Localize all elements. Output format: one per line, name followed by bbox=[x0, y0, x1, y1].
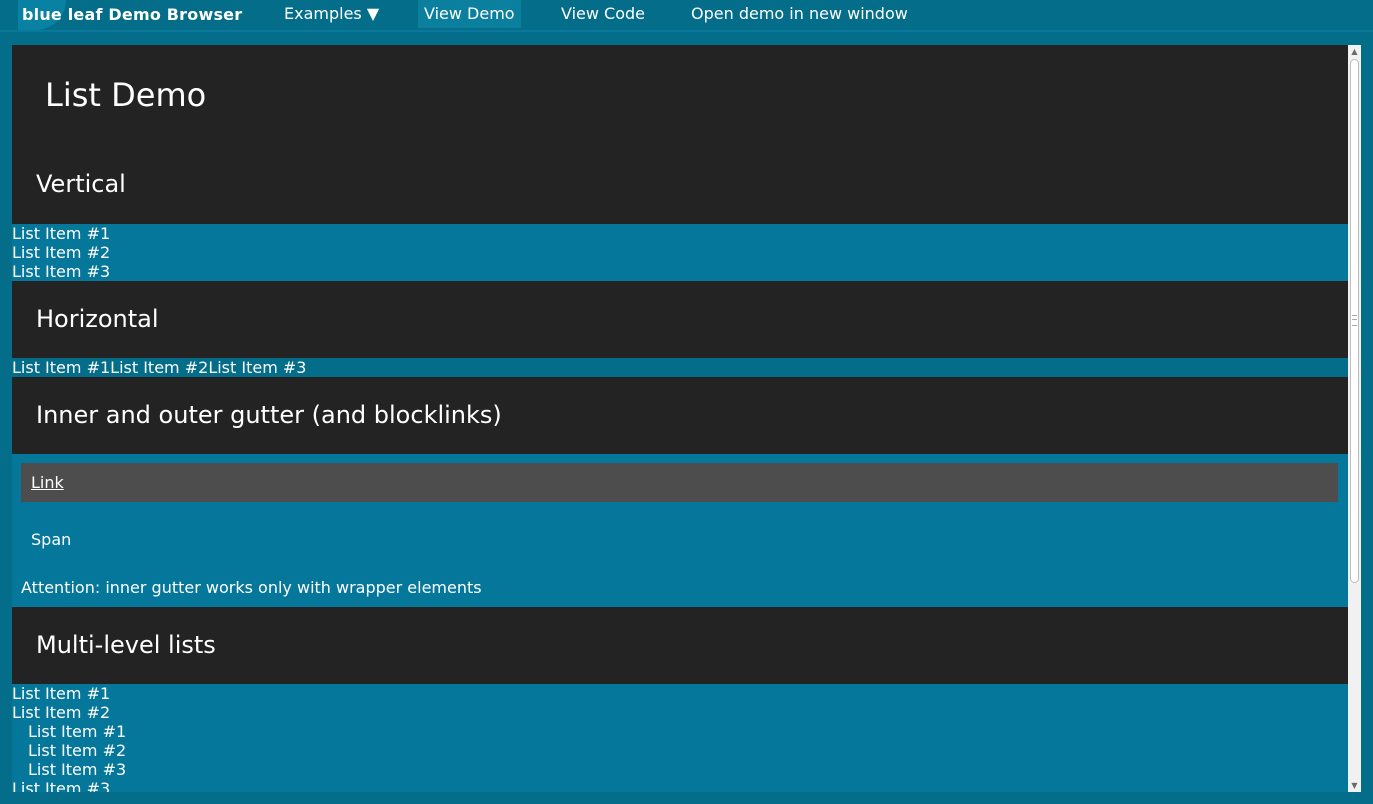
list-item: List Item #3 bbox=[12, 262, 111, 281]
list-item: List Item #1 bbox=[12, 358, 111, 377]
scroll-up-icon[interactable]: ▲ bbox=[1350, 47, 1359, 56]
section-heading-horizontal: Horizontal bbox=[12, 281, 1348, 358]
scroll-down-icon[interactable]: ▼ bbox=[1350, 781, 1359, 790]
vertical-scrollbar[interactable]: ▲ ▼ bbox=[1348, 45, 1361, 792]
examples-menu[interactable]: Examples ▼ bbox=[278, 0, 385, 28]
list-item: List Item #1 bbox=[12, 684, 111, 703]
list-item: List Item #1 bbox=[12, 224, 111, 243]
sub-list-item: List Item #3 bbox=[28, 760, 127, 779]
list-item: List Item #2 bbox=[12, 703, 111, 722]
heading-text: Multi-level lists bbox=[36, 631, 216, 659]
gutter-list: Link Span Attention: inner gutter works … bbox=[12, 454, 1348, 607]
heading-text: Vertical bbox=[36, 170, 126, 198]
span-item: Span bbox=[31, 530, 72, 549]
horizontal-list: List Item #1List Item #2List Item #3 bbox=[12, 358, 1348, 377]
blocklink-item[interactable]: Link bbox=[21, 463, 1338, 502]
page-title: List Demo bbox=[45, 76, 207, 114]
heading-text: Inner and outer gutter (and blocklinks) bbox=[36, 401, 502, 429]
list-item: List Item #3 bbox=[12, 779, 111, 792]
sub-list-item: List Item #2 bbox=[28, 741, 127, 760]
section-heading-vertical: Vertical bbox=[12, 120, 1348, 224]
brand-title: blue leaf Demo Browser bbox=[22, 5, 243, 24]
multilevel-list: List Item #1 List Item #2 List Item #1 L… bbox=[12, 684, 1348, 792]
section-heading-multilevel: Multi-level lists bbox=[12, 607, 1348, 684]
top-navigation-bar: blue leaf Demo Browser Examples ▼ View D… bbox=[0, 0, 1373, 32]
vertical-list: List Item #1 List Item #2 List Item #3 bbox=[12, 224, 1348, 281]
demo-frame: List Demo Vertical List Item #1 List Ite… bbox=[12, 45, 1361, 792]
list-item: List Item #3 bbox=[208, 358, 307, 377]
block-link[interactable]: Link bbox=[31, 473, 64, 492]
heading-text: Horizontal bbox=[36, 305, 159, 333]
list-item: List Item #2 bbox=[110, 358, 209, 377]
demo-content: List Demo Vertical List Item #1 List Ite… bbox=[12, 45, 1348, 792]
view-code-tab[interactable]: View Code bbox=[555, 0, 651, 28]
sub-list-item: List Item #1 bbox=[28, 722, 127, 741]
view-demo-tab[interactable]: View Demo bbox=[418, 0, 521, 28]
section-heading-gutter: Inner and outer gutter (and blocklinks) bbox=[12, 377, 1348, 454]
scroll-grip-icon bbox=[1352, 315, 1357, 326]
list-item: List Item #2 bbox=[12, 243, 111, 262]
gutter-note: Attention: inner gutter works only with … bbox=[21, 578, 482, 597]
open-new-window-link[interactable]: Open demo in new window bbox=[685, 0, 914, 28]
page-title-block: List Demo bbox=[12, 45, 1348, 120]
